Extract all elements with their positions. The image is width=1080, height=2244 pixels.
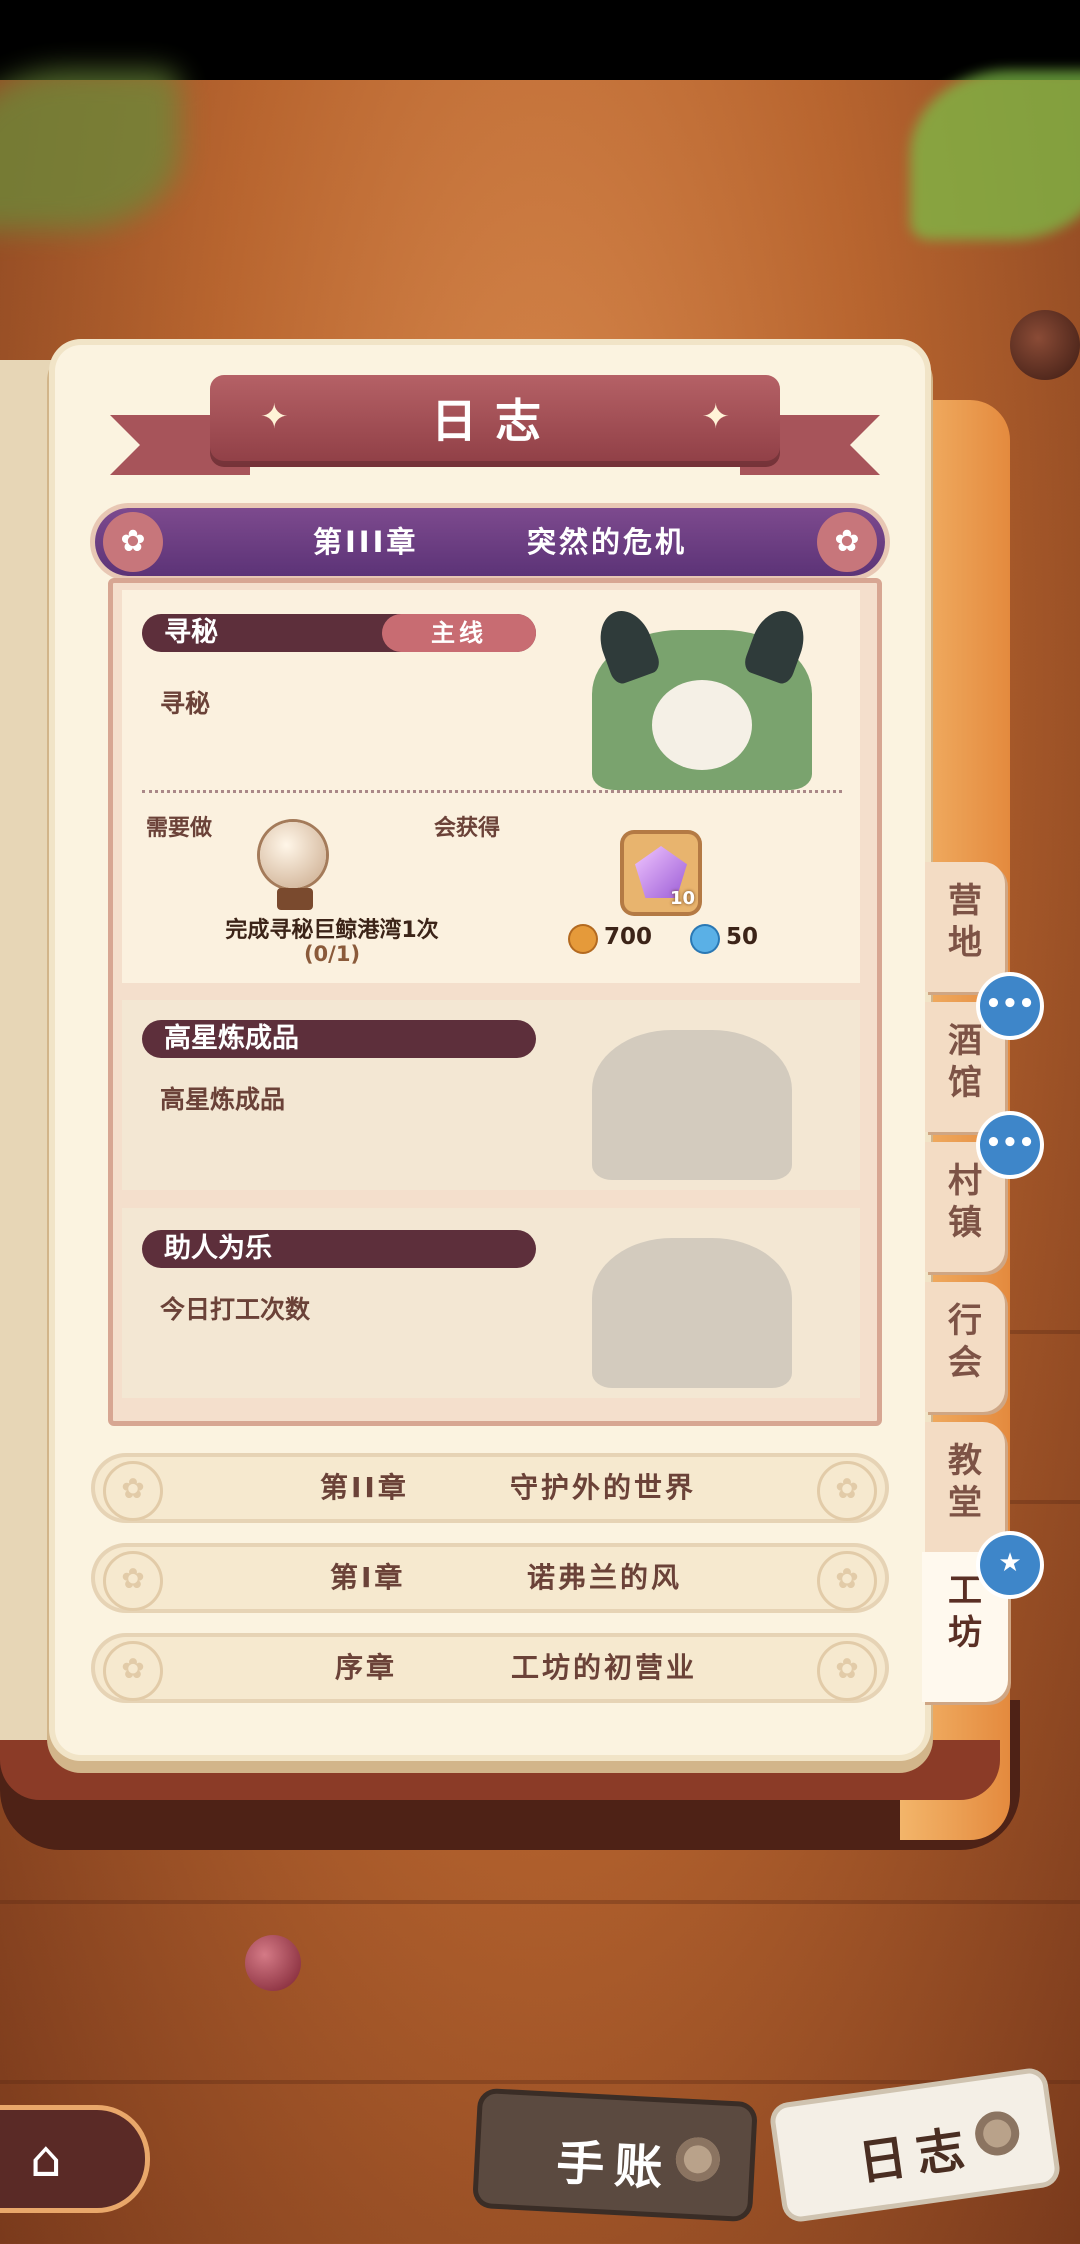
chat-bubble-icon[interactable]: ••• <box>980 976 1040 1036</box>
red-bead-decoration <box>245 1935 301 1991</box>
flower-ornament-icon: ✿ <box>103 1461 163 1521</box>
tab-church[interactable]: 教堂 <box>925 1422 1005 1552</box>
flower-ornament-icon: ✿ <box>103 512 163 572</box>
home-button[interactable]: ⌂ <box>0 2110 145 2208</box>
quest-name: 寻秘 <box>164 617 218 648</box>
quest-header: 高星炼成品 <box>142 1020 536 1058</box>
quest-card[interactable]: 寻秘 主线 寻秘 需要做 会获得 完成寻秘巨鲸港湾1次 (0/1) 10 700… <box>122 590 860 983</box>
tab-guild[interactable]: 行会 <box>925 1282 1005 1412</box>
title-ribbon: ✦ ✦ 日志 <box>110 375 880 485</box>
reward-item-count: 10 <box>670 888 696 909</box>
journal-label: 日志 <box>855 2120 978 2192</box>
quest-description: 寻秘 <box>160 689 211 718</box>
reward-water: 50 <box>726 924 759 950</box>
quest-header: 寻秘 主线 <box>142 614 536 652</box>
page-title: 日志 <box>431 394 559 448</box>
quest-description: 今日打工次数 <box>160 1295 311 1324</box>
leaf-decoration <box>910 70 1080 240</box>
chapter-name: 守护外的世界 <box>510 1471 697 1504</box>
chapter-row[interactable]: ✿ ✿ 第I章 诺弗兰的风 <box>95 1547 885 1611</box>
leaf-decoration <box>0 70 180 230</box>
flower-ornament-icon: ✿ <box>817 1641 877 1701</box>
flower-ornament-icon: ✿ <box>817 512 877 572</box>
balloon-icon <box>260 822 326 888</box>
chapter-name: 诺弗兰的风 <box>527 1561 683 1594</box>
dragon-character-image <box>592 1030 792 1180</box>
journal-button[interactable]: 日志 <box>773 2071 1057 2219</box>
handbook-button[interactable]: 手账 <box>477 2093 753 2217</box>
quest-name: 高星炼成品 <box>164 1023 299 1054</box>
divider <box>142 790 842 793</box>
flower-ornament-icon: ✿ <box>103 1551 163 1611</box>
water-drop-icon <box>692 926 718 952</box>
status-bar <box>0 0 1080 80</box>
book-left-page <box>0 360 60 1740</box>
chat-bubble-icon[interactable]: ••• <box>980 1115 1040 1175</box>
quest-header: 助人为乐 <box>142 1230 536 1268</box>
reward-coins: 700 <box>604 924 653 950</box>
table-plank-line <box>0 1900 1080 1904</box>
quest-name: 助人为乐 <box>164 1233 272 1264</box>
chapter-row[interactable]: ✿ ✿ 序章 工坊的初营业 <box>95 1637 885 1701</box>
balloon-basket <box>277 888 313 910</box>
tab-camp[interactable]: 营地 <box>925 862 1005 992</box>
dragon-character-image <box>591 603 813 790</box>
requirement-label: 需要做 <box>146 816 213 841</box>
chapter-name: 工坊的初营业 <box>511 1651 698 1684</box>
quest-tag: 主线 <box>382 614 536 652</box>
quest-progress: (0/1) <box>303 942 361 966</box>
quest-card[interactable]: 助人为乐 今日打工次数 <box>122 1208 860 1398</box>
quest-card[interactable]: 高星炼成品 高星炼成品 <box>122 1000 860 1190</box>
table-plank-line <box>0 2080 1080 2084</box>
quest-task: 完成寻秘巨鲸港湾1次 <box>225 918 439 943</box>
dragon-character-image <box>592 1238 792 1388</box>
reward-label: 会获得 <box>434 816 501 841</box>
chapter-name: 突然的危机 <box>527 525 688 559</box>
star-badge-icon[interactable]: ★ <box>980 1535 1040 1595</box>
coffee-bean-decoration <box>1010 310 1080 380</box>
flower-ornament-icon: ✿ <box>817 1551 877 1611</box>
coin-icon <box>570 926 596 952</box>
chapter-number: 序章 <box>335 1651 398 1684</box>
chapter-number: 第I章 <box>330 1561 406 1594</box>
quest-description: 高星炼成品 <box>160 1085 286 1114</box>
chapter-number: 第III章 <box>313 525 419 559</box>
flower-ornament-icon: ✿ <box>103 1641 163 1701</box>
flower-ornament-icon: ✿ <box>817 1461 877 1521</box>
home-icon: ⌂ <box>30 2130 62 2188</box>
chapter-row[interactable]: ✿ ✿ 第II章 守护外的世界 <box>95 1457 885 1521</box>
chapter-header-current[interactable]: ✿ ✿ 第III章 突然的危机 <box>95 508 885 576</box>
chapter-number: 第II章 <box>320 1471 409 1504</box>
